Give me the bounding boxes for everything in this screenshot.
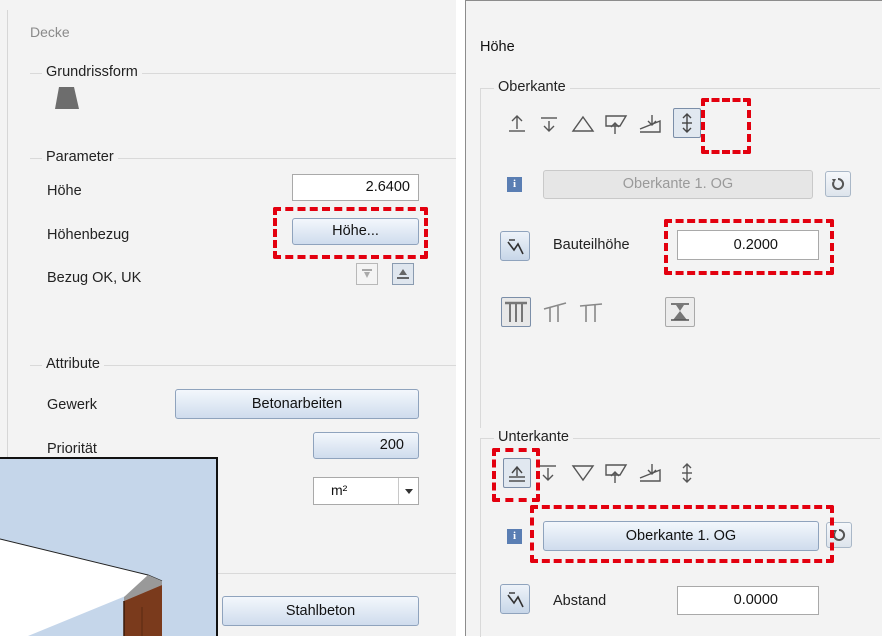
column-slope-icon[interactable]: [540, 297, 570, 327]
hoehe-label: Höhe: [47, 183, 82, 199]
highlight-box: [664, 219, 834, 275]
reset-icon[interactable]: [825, 171, 851, 197]
prioritaet-button[interactable]: 200: [313, 432, 419, 459]
hoehe-field[interactable]: 2.6400: [292, 174, 419, 201]
parameter-label: Parameter: [42, 149, 118, 165]
info-icon[interactable]: i: [507, 177, 522, 192]
unterkante-label: Unterkante: [494, 429, 573, 445]
dialog-title: Decke: [30, 24, 70, 40]
oberkante-reference-button[interactable]: Oberkante 1. OG: [543, 170, 813, 199]
3d-viewport[interactable]: [0, 457, 218, 636]
pick-height-icon[interactable]: [500, 231, 530, 261]
hoehe-dialog: Höhe Oberkante i Oberkante 1. OG Bauteil…: [465, 0, 882, 637]
group-divider: [480, 438, 481, 637]
hourglass-icon[interactable]: [665, 297, 695, 327]
pick-distance-icon[interactable]: [500, 584, 530, 614]
bezug-ok-uk-label: Bezug OK, UK: [47, 270, 142, 286]
dialog-title: Höhe: [480, 39, 515, 55]
unterkante-down-icon[interactable]: [535, 460, 561, 486]
grundrissform-shape-icon[interactable]: [54, 86, 80, 113]
hoehenbezug-label: Höhenbezug: [47, 227, 130, 243]
column-full-icon[interactable]: [501, 297, 531, 327]
oberkante-down-icon[interactable]: [536, 111, 562, 137]
highlight-box: [492, 448, 540, 502]
group-divider: [480, 88, 481, 428]
bauteilhoehe-label: Bauteilhöhe: [553, 237, 630, 253]
slope-stairs-icon[interactable]: [636, 460, 664, 486]
oberkante-up-icon[interactable]: [504, 111, 530, 137]
highlight-box: [701, 98, 751, 154]
bezug-ok-icon[interactable]: [392, 263, 414, 285]
bezug-uk-icon[interactable]: [356, 263, 378, 285]
attribute-label: Attribute: [42, 356, 104, 372]
material-button[interactable]: Stahlbeton: [222, 596, 419, 626]
highlight-box: [273, 207, 428, 259]
slope-stairs-icon[interactable]: [636, 111, 664, 137]
unit-select-value: m²: [331, 482, 348, 498]
height-both-arrows-icon[interactable]: [674, 460, 700, 486]
unit-select[interactable]: m²: [313, 477, 419, 505]
plane-reference-icon[interactable]: [602, 111, 630, 137]
prioritaet-label: Priorität: [47, 441, 97, 457]
gewerk-button[interactable]: Betonarbeiten: [175, 389, 419, 419]
column-top-icon[interactable]: [576, 297, 606, 327]
chevron-down-icon[interactable]: [398, 478, 418, 504]
inverted-triangle-icon[interactable]: [570, 460, 596, 486]
group-divider: [218, 573, 460, 574]
grundrissform-label: Grundrissform: [42, 64, 142, 80]
plane-reference-icon[interactable]: [602, 460, 630, 486]
height-both-arrows-icon[interactable]: [673, 108, 701, 138]
roof-triangle-icon[interactable]: [570, 111, 596, 137]
abstand-label: Abstand: [553, 593, 607, 609]
gewerk-label: Gewerk: [47, 397, 97, 413]
highlight-box: [530, 505, 834, 563]
abstand-field[interactable]: 0.0000: [677, 586, 819, 615]
info-icon[interactable]: i: [507, 529, 522, 544]
oberkante-label: Oberkante: [494, 79, 570, 95]
